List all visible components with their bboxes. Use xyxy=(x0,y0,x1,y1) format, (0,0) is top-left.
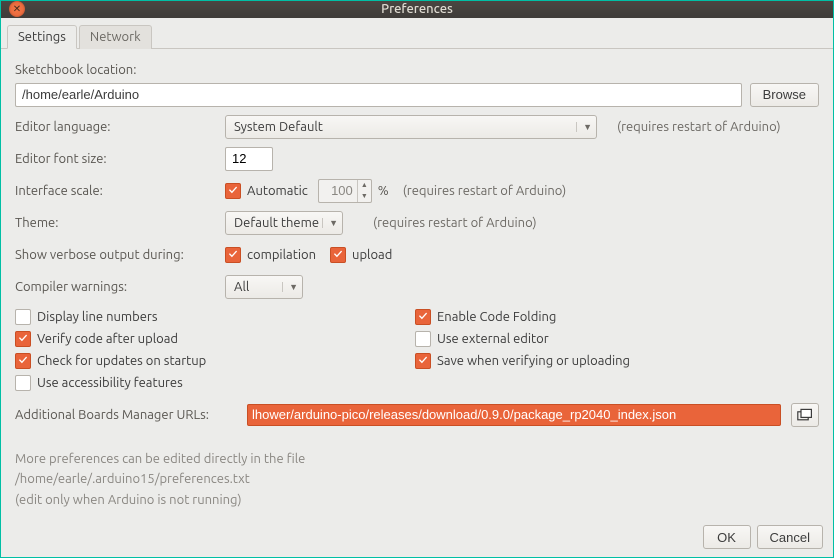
restart-hint-lang: (requires restart of Arduino) xyxy=(617,120,781,134)
interface-scale-value[interactable] xyxy=(319,180,357,202)
restart-hint-theme: (requires restart of Arduino) xyxy=(373,216,537,230)
verbose-label: Show verbose output during: xyxy=(15,248,225,262)
tab-network[interactable]: Network xyxy=(79,25,152,49)
close-button[interactable]: ✕ xyxy=(9,1,25,17)
save-when-label[interactable]: Save when verifying or uploading xyxy=(437,354,630,368)
settings-panel: Sketchbook location: Browse Editor langu… xyxy=(1,49,833,519)
windows-icon xyxy=(797,408,813,422)
verify-after-upload-label[interactable]: Verify code after upload xyxy=(37,332,178,346)
verbose-upload-checkbox[interactable] xyxy=(330,247,346,263)
additional-urls-input[interactable] xyxy=(247,404,781,426)
theme-value: Default theme xyxy=(234,216,319,230)
footer-note: More preferences can be edited directly … xyxy=(15,449,819,511)
accessibility-checkbox[interactable] xyxy=(15,375,31,391)
prefs-path-text: /home/earle/.arduino15/preferences.txt xyxy=(15,469,819,490)
restart-hint-scale: (requires restart of Arduino) xyxy=(403,184,567,198)
compiler-warnings-select[interactable]: All ▼ xyxy=(225,275,303,299)
window-body: Settings Network Sketchbook location: Br… xyxy=(0,18,834,558)
spinner-down-icon[interactable]: ▼ xyxy=(358,191,371,202)
verbose-compilation-label[interactable]: compilation xyxy=(247,248,316,262)
chevron-down-icon: ▼ xyxy=(576,122,592,132)
interface-scale-spinner[interactable]: ▲▼ xyxy=(318,179,372,203)
compiler-warnings-label: Compiler warnings: xyxy=(15,280,225,294)
use-external-editor-checkbox[interactable] xyxy=(415,331,431,347)
interface-scale-label: Interface scale: xyxy=(15,184,225,198)
save-when-checkbox[interactable] xyxy=(415,353,431,369)
tab-settings[interactable]: Settings xyxy=(7,25,77,49)
theme-label: Theme: xyxy=(15,216,225,230)
theme-select[interactable]: Default theme ▼ xyxy=(225,211,343,235)
cancel-button[interactable]: Cancel xyxy=(757,525,823,549)
verify-after-upload-checkbox[interactable] xyxy=(15,331,31,347)
chevron-down-icon: ▼ xyxy=(282,282,298,292)
enable-code-folding-checkbox[interactable] xyxy=(415,309,431,325)
compiler-warnings-value: All xyxy=(234,280,249,294)
ok-button[interactable]: OK xyxy=(703,525,751,549)
chevron-down-icon: ▼ xyxy=(322,218,338,228)
more-prefs-text: More preferences can be edited directly … xyxy=(15,449,819,470)
automatic-scale-checkbox[interactable] xyxy=(225,183,241,199)
check-updates-checkbox[interactable] xyxy=(15,353,31,369)
sketchbook-label: Sketchbook location: xyxy=(15,63,819,77)
percent-label: % xyxy=(378,184,389,198)
accessibility-label[interactable]: Use accessibility features xyxy=(37,376,183,390)
automatic-scale-label[interactable]: Automatic xyxy=(247,184,308,198)
sketchbook-input[interactable] xyxy=(15,83,742,107)
enable-code-folding-label[interactable]: Enable Code Folding xyxy=(437,310,556,324)
spinner-up-icon[interactable]: ▲ xyxy=(358,180,371,191)
window-title: Preferences xyxy=(1,2,833,16)
editor-language-select[interactable]: System Default ▼ xyxy=(225,115,597,139)
editor-language-value: System Default xyxy=(234,120,323,134)
display-line-numbers-label[interactable]: Display line numbers xyxy=(37,310,157,324)
verbose-compilation-checkbox[interactable] xyxy=(225,247,241,263)
verbose-upload-label[interactable]: upload xyxy=(352,248,392,262)
font-size-label: Editor font size: xyxy=(15,152,225,166)
use-external-editor-label[interactable]: Use external editor xyxy=(437,332,549,346)
tab-bar: Settings Network xyxy=(1,18,833,49)
additional-urls-label: Additional Boards Manager URLs: xyxy=(15,408,247,422)
edit-only-text: (edit only when Arduino is not running) xyxy=(15,490,819,511)
editor-language-label: Editor language: xyxy=(15,120,225,134)
dialog-buttons: OK Cancel xyxy=(1,519,833,557)
edit-urls-button[interactable] xyxy=(791,403,819,427)
browse-button[interactable]: Browse xyxy=(750,83,819,107)
font-size-input[interactable] xyxy=(225,147,273,171)
titlebar: ✕ Preferences xyxy=(0,0,834,18)
check-updates-label[interactable]: Check for updates on startup xyxy=(37,354,206,368)
display-line-numbers-checkbox[interactable] xyxy=(15,309,31,325)
